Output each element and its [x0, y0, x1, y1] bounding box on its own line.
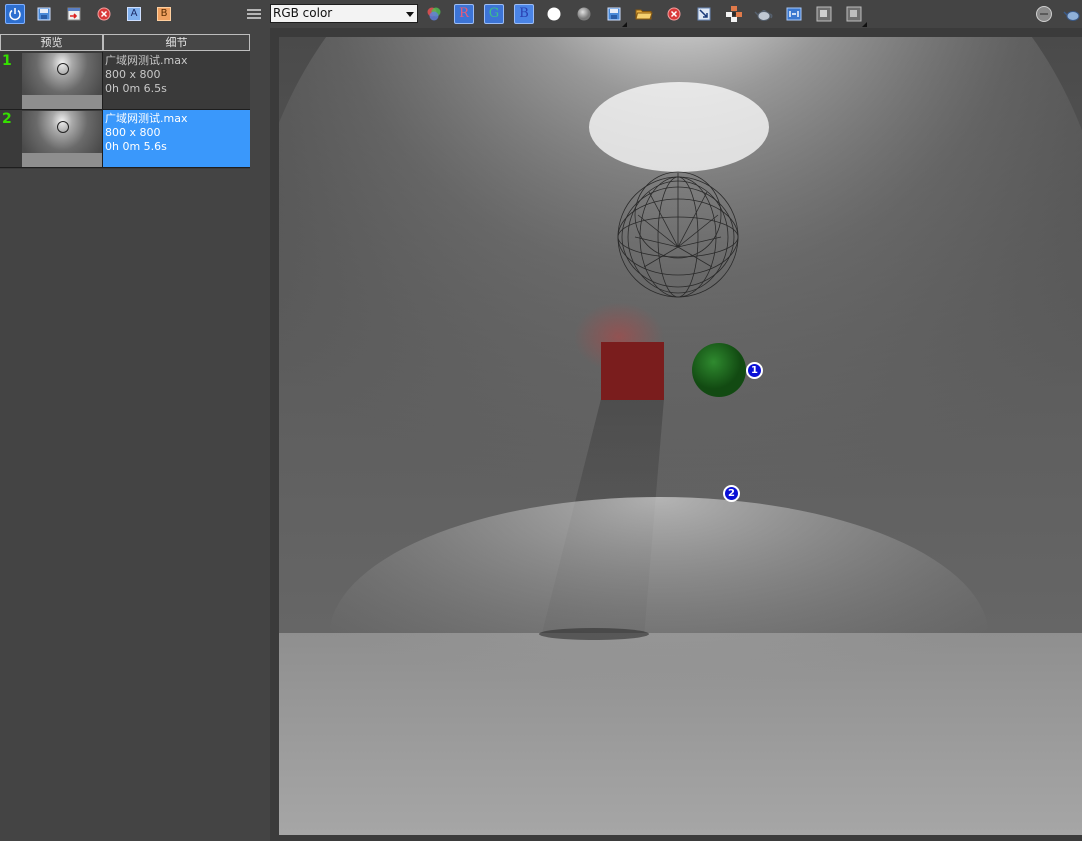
clear-icon[interactable] — [94, 4, 114, 24]
menu-icon[interactable] — [244, 4, 264, 24]
history-row-2[interactable]: 2 广域网测试.max 800 x 800 0h 0m 5.6s — [0, 110, 250, 168]
stamp-icon[interactable] — [814, 4, 834, 24]
red-channel-toggle[interactable]: R — [454, 4, 474, 24]
compare-a-button[interactable]: A — [124, 4, 144, 24]
history-row-details: 广域网测试.max 800 x 800 0h 0m 5.6s — [103, 110, 250, 167]
white-circle-icon[interactable] — [544, 4, 564, 24]
render-viewport[interactable]: 1 2 — [279, 37, 1082, 835]
history-render-time: 0h 0m 5.6s — [105, 140, 167, 153]
history-resolution: 800 x 800 — [105, 68, 161, 81]
dropdown-corner-icon — [862, 22, 867, 27]
history-row-index: 2 — [2, 111, 12, 127]
gray-circle-icon[interactable] — [574, 4, 594, 24]
open-folder-icon[interactable] — [634, 4, 654, 24]
history-resolution: 800 x 800 — [105, 126, 161, 139]
render-history-panel: 预览 细节 1 广域网测试.max 800 x 800 0h 0m 6.5s 2… — [0, 34, 250, 169]
compare-a-icon: A — [127, 7, 141, 21]
green-channel-toggle[interactable]: G — [484, 4, 504, 24]
lens-effects-icon[interactable] — [784, 4, 804, 24]
rendered-image — [279, 37, 1082, 835]
marker-1[interactable]: 1 — [746, 362, 763, 379]
compare-b-icon: B — [157, 7, 171, 21]
teapot-icon[interactable] — [754, 4, 774, 24]
preview-column-header[interactable]: 预览 — [0, 34, 103, 51]
render-thumbnail — [22, 111, 102, 167]
save-image-icon[interactable] — [604, 4, 627, 27]
track-mouse-icon[interactable] — [724, 4, 744, 24]
save-icon[interactable] — [34, 4, 54, 24]
blue-channel-toggle[interactable]: B — [514, 4, 534, 24]
details-column-header[interactable]: 细节 — [103, 34, 250, 51]
export-icon[interactable] — [64, 4, 84, 24]
channel-select-value: RGB color — [273, 6, 333, 20]
green-sphere — [692, 343, 746, 397]
history-render-time: 0h 0m 6.5s — [105, 82, 167, 95]
red-box — [601, 342, 664, 400]
toolbar: A B RGB color R G B — [0, 0, 1082, 28]
layers-icon[interactable] — [844, 4, 867, 27]
chevron-down-icon — [406, 12, 414, 17]
dropdown-corner-icon — [622, 22, 627, 27]
power-icon[interactable] — [5, 4, 25, 24]
history-row-index: 1 — [2, 53, 12, 69]
history-file-name: 广域网测试.max — [105, 54, 188, 67]
stop-icon[interactable] — [1034, 4, 1054, 24]
region-render-icon[interactable] — [694, 4, 714, 24]
marker-2[interactable]: 2 — [723, 485, 740, 502]
history-row-details: 广域网测试.max 800 x 800 0h 0m 6.5s — [103, 52, 250, 109]
clear-image-icon[interactable] — [664, 4, 684, 24]
channel-select[interactable]: RGB color — [270, 4, 418, 23]
history-row-1[interactable]: 1 广域网测试.max 800 x 800 0h 0m 6.5s — [0, 52, 250, 110]
compare-b-button[interactable]: B — [154, 4, 174, 24]
color-corrections-icon[interactable] — [424, 4, 444, 24]
history-file-name: 广域网测试.max — [105, 112, 188, 125]
teapot-render-icon[interactable] — [1062, 4, 1082, 24]
render-thumbnail — [22, 53, 102, 109]
